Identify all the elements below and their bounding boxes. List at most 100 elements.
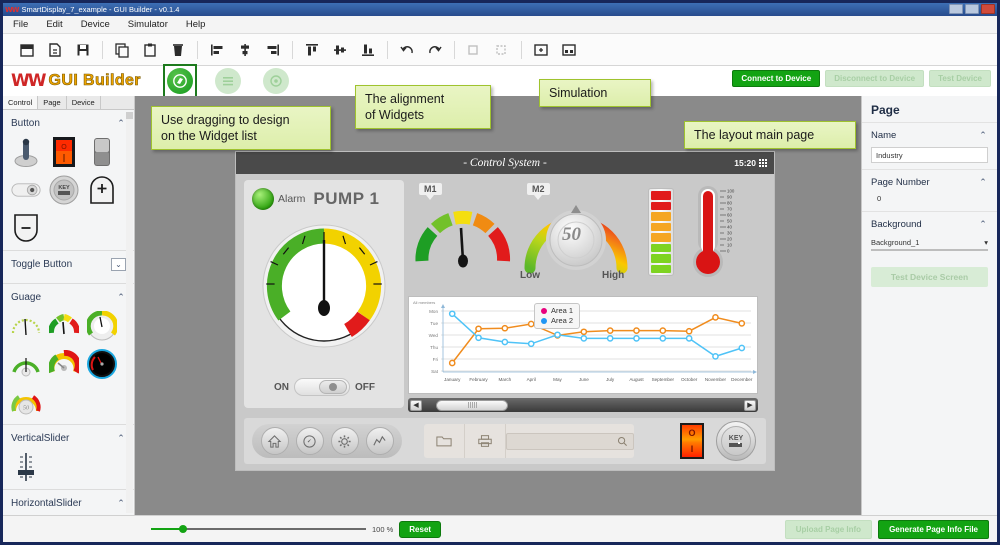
close-button[interactable] bbox=[981, 4, 995, 14]
chevron-up-icon[interactable]: ⌃ bbox=[978, 219, 988, 229]
page-name-input[interactable]: Industry bbox=[871, 147, 988, 163]
minimize-button[interactable] bbox=[949, 4, 963, 14]
window-controls[interactable] bbox=[949, 4, 995, 14]
menu-item-simulator[interactable]: Simulator bbox=[128, 19, 168, 30]
sidebar-tab-control[interactable]: Control bbox=[3, 96, 38, 109]
rocker-switch-widget[interactable]: O bbox=[49, 136, 79, 168]
zoom-slider-knob[interactable] bbox=[179, 525, 187, 533]
sidebar-scrollbar-thumb[interactable] bbox=[126, 112, 133, 119]
color-gauge-widget[interactable] bbox=[49, 348, 79, 380]
window-logo-icon: WW bbox=[5, 6, 18, 14]
arc-gauge-widget[interactable] bbox=[11, 310, 41, 342]
toggle-track[interactable] bbox=[294, 378, 350, 396]
chevron-up-icon[interactable]: ⌃ bbox=[978, 177, 988, 187]
zoom-control[interactable]: 100 % Reset bbox=[151, 521, 441, 538]
toggle-switch-widget[interactable] bbox=[11, 136, 41, 168]
align-top-icon[interactable] bbox=[298, 37, 326, 63]
list-mode-button[interactable] bbox=[211, 64, 245, 98]
property-header[interactable]: Background⌃ bbox=[871, 212, 988, 236]
chevron-up-icon[interactable]: ⌃ bbox=[116, 292, 126, 302]
folder-icon[interactable] bbox=[424, 424, 465, 458]
section-header[interactable]: Guage⌃ bbox=[11, 284, 126, 310]
design-mode-button[interactable] bbox=[163, 64, 197, 98]
chevron-down-icon[interactable]: ▾ bbox=[984, 238, 988, 247]
pump-onoff-toggle[interactable]: ON OFF bbox=[274, 378, 375, 396]
ring-gauge-widget[interactable] bbox=[87, 310, 117, 342]
chevron-up-icon[interactable]: ⌃ bbox=[116, 498, 126, 508]
menu-item-file[interactable]: File bbox=[13, 19, 28, 30]
undo-icon[interactable] bbox=[393, 37, 421, 63]
align-center-horizontal-icon[interactable] bbox=[231, 37, 259, 63]
save-file-icon[interactable] bbox=[69, 37, 97, 63]
svg-text:Wed: Wed bbox=[429, 333, 439, 338]
section-header[interactable]: VerticalSlider⌃ bbox=[11, 425, 126, 451]
pump-panel[interactable]: Alarm PUMP 1 bbox=[244, 180, 404, 408]
paste-icon[interactable] bbox=[136, 37, 164, 63]
gear-icon[interactable] bbox=[331, 427, 359, 455]
background-select[interactable]: Background_1▾ bbox=[871, 236, 988, 251]
value-gauge-widget[interactable]: 50 bbox=[11, 386, 41, 418]
slide-switch-widget[interactable] bbox=[87, 136, 117, 168]
device-screen-preview[interactable]: - Control System - 15:20 Alarm PUMP 1 bbox=[235, 151, 775, 471]
align-bottom-icon[interactable] bbox=[354, 37, 382, 63]
scroll-left-button[interactable]: ◀ bbox=[410, 400, 422, 411]
status-button-generate-page-info-file[interactable]: Generate Page Info File bbox=[878, 520, 989, 539]
redo-icon[interactable] bbox=[421, 37, 449, 63]
chevron-down-icon[interactable]: ⌄ bbox=[111, 258, 126, 271]
plus-button-widget[interactable] bbox=[87, 174, 117, 206]
menu-item-device[interactable]: Device bbox=[81, 19, 110, 30]
printer-icon[interactable] bbox=[465, 424, 506, 458]
open-file-icon[interactable] bbox=[41, 37, 69, 63]
device-button-connect-to-device[interactable]: Connect to Device bbox=[732, 70, 820, 87]
widget-list[interactable]: Button⌃O KEY Toggle Button⌄ Guage⌃ 50 Vertica… bbox=[3, 110, 134, 515]
test-device-screen-button[interactable]: Test Device Screen bbox=[871, 267, 988, 287]
properties-panel: Page Name⌃IndustryPage Number⌃0Backgroun… bbox=[861, 96, 997, 515]
main-body: ControlPageDevice Button⌃O KEY Toggle Butt… bbox=[3, 96, 997, 515]
vertical-slider-widget[interactable] bbox=[11, 451, 41, 483]
pages-icon[interactable] bbox=[555, 37, 583, 63]
scroll-thumb[interactable] bbox=[436, 400, 508, 411]
rocker-switch[interactable]: O I bbox=[680, 423, 704, 459]
chevron-up-icon[interactable]: ⌃ bbox=[116, 118, 126, 128]
pill-toggle-widget[interactable] bbox=[11, 174, 41, 206]
settings-mode-button[interactable] bbox=[259, 64, 293, 98]
green-arc-gauge-widget[interactable] bbox=[11, 348, 41, 380]
line-chart-widget[interactable]: All members MonTueWedThuFriSatJanuaryFeb… bbox=[408, 296, 758, 394]
segment-gauge-widget[interactable] bbox=[49, 310, 79, 342]
property-header[interactable]: Page Number⌃ bbox=[871, 170, 988, 194]
menu-item-help[interactable]: Help bbox=[186, 19, 206, 30]
copy-icon[interactable] bbox=[108, 37, 136, 63]
section-header[interactable]: Toggle Button⌄ bbox=[11, 251, 126, 277]
section-header[interactable]: HorizontalSlider⌃ bbox=[11, 490, 126, 515]
search-input[interactable] bbox=[506, 433, 634, 450]
chart-icon[interactable] bbox=[366, 427, 394, 455]
property-header[interactable]: Name⌃ bbox=[871, 123, 988, 147]
design-canvas[interactable]: - Control System - 15:20 Alarm PUMP 1 bbox=[135, 96, 861, 515]
menu-item-edit[interactable]: Edit bbox=[46, 19, 62, 30]
align-left-icon[interactable] bbox=[203, 37, 231, 63]
sidebar-scrollbar[interactable] bbox=[126, 112, 133, 513]
toggle-knob[interactable] bbox=[319, 380, 347, 394]
add-page-icon[interactable] bbox=[527, 37, 555, 63]
minus-button-widget[interactable] bbox=[11, 212, 41, 244]
gauge-icon[interactable] bbox=[296, 427, 324, 455]
widget-section-guage: Guage⌃ 50 bbox=[3, 284, 134, 425]
section-header[interactable]: Button⌃ bbox=[11, 110, 126, 136]
align-middle-icon[interactable] bbox=[326, 37, 354, 63]
align-right-icon[interactable] bbox=[259, 37, 287, 63]
tachometer-widget[interactable] bbox=[87, 348, 117, 380]
maximize-button[interactable] bbox=[965, 4, 979, 14]
zoom-slider-track[interactable] bbox=[151, 528, 366, 530]
chart-horizontal-scrollbar[interactable]: ◀ ▶ bbox=[408, 398, 758, 412]
delete-icon[interactable] bbox=[164, 37, 192, 63]
scroll-right-button[interactable]: ▶ bbox=[744, 400, 756, 411]
key-button-widget[interactable]: KEY bbox=[49, 174, 79, 206]
new-file-icon[interactable] bbox=[13, 37, 41, 63]
home-icon[interactable] bbox=[261, 427, 289, 455]
key-button[interactable]: KEY bbox=[716, 421, 756, 461]
chevron-up-icon[interactable]: ⌃ bbox=[116, 433, 126, 443]
chevron-up-icon[interactable]: ⌃ bbox=[978, 130, 988, 140]
reset-button[interactable]: Reset bbox=[399, 521, 441, 538]
sidebar-tab-page[interactable]: Page bbox=[38, 96, 67, 109]
sidebar-tab-device[interactable]: Device bbox=[67, 96, 101, 109]
